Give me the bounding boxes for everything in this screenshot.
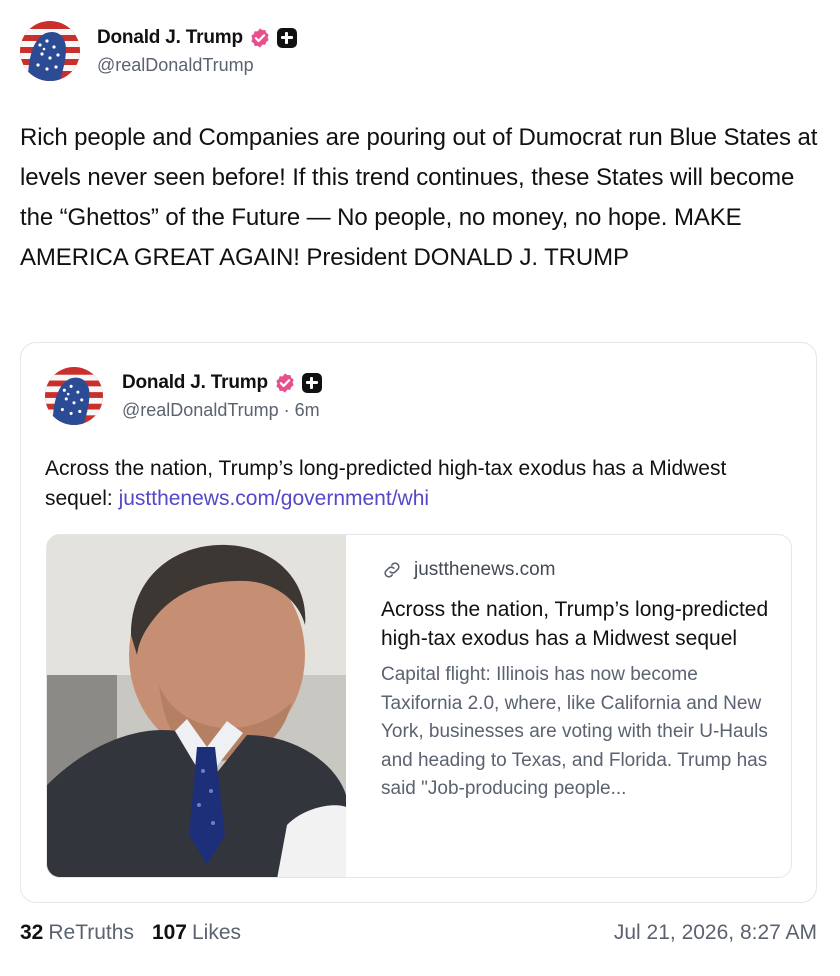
- link-preview-domain[interactable]: justthenews.com: [414, 559, 556, 581]
- flag-portrait-avatar-icon: [45, 367, 103, 425]
- link-preview-image[interactable]: [47, 535, 346, 877]
- post-header: Donald J. Trump @realDonaldTrump: [20, 20, 297, 82]
- post-footer: 32 ReTruths 107 Likes Jul 21, 2026, 8:27 A…: [20, 918, 817, 948]
- quoted-author-display-name[interactable]: Donald J. Trump: [122, 372, 268, 394]
- likes-stat[interactable]: 107 Likes: [152, 921, 241, 945]
- link-preview-domain-row: justthenews.com: [381, 559, 781, 581]
- flag-portrait-avatar-icon: [20, 21, 80, 81]
- author-handle[interactable]: @realDonaldTrump: [97, 55, 297, 76]
- link-preview-title[interactable]: Across the nation, Trump’s long-predicte…: [381, 595, 781, 653]
- quoted-author-handle[interactable]: @realDonaldTrump: [122, 400, 279, 420]
- plus-badge-icon: [276, 27, 297, 48]
- quoted-post-header: Donald J. Trump @realDonaldTrump · 6m: [45, 367, 322, 425]
- link-preview-body: justthenews.com Across the nation, Trump…: [381, 559, 781, 804]
- author-display-name[interactable]: Donald J. Trump: [97, 27, 243, 49]
- likes-count: 107: [151, 921, 187, 944]
- quoted-author-identity: Donald J. Trump @realDonaldTrump · 6m: [122, 372, 322, 421]
- link-icon: [384, 562, 400, 578]
- quoted-post-time[interactable]: 6m: [295, 400, 320, 420]
- retruths-label: ReTruths: [48, 921, 134, 944]
- man-in-suit-photo: [47, 535, 346, 877]
- retruths-count: 32: [20, 921, 44, 944]
- link-preview-description: Capital flight: Illinois has now become …: [381, 664, 768, 799]
- link-preview-card[interactable]: justthenews.com Across the nation, Trump…: [46, 534, 792, 878]
- meta-separator: ·: [283, 399, 290, 420]
- author-avatar[interactable]: [20, 21, 80, 81]
- quoted-author-meta: @realDonaldTrump · 6m: [122, 400, 322, 421]
- retruths-stat[interactable]: 32 ReTruths: [20, 921, 134, 945]
- verified-badge-icon: [276, 372, 294, 393]
- post-text: Rich people and Companies are pouring ou…: [20, 124, 818, 271]
- likes-label: Likes: [192, 921, 242, 944]
- quoted-post-text: Across the nation, Trump’s long-predicte…: [45, 454, 795, 514]
- author-name-row: Donald J. Trump: [97, 27, 297, 49]
- quoted-author-avatar[interactable]: [45, 367, 103, 425]
- quoted-post-card[interactable]: Donald J. Trump @realDonaldTrump · 6m Acro…: [20, 342, 817, 903]
- author-identity: Donald J. Trump @realDonaldTrump: [97, 27, 297, 76]
- post-timestamp[interactable]: Jul 21, 2026, 8:27 AM: [614, 921, 817, 945]
- quoted-author-name-row: Donald J. Trump: [122, 372, 322, 394]
- verified-badge-icon: [251, 27, 269, 48]
- quoted-post-link[interactable]: justthenews.com/government/whi: [119, 487, 429, 510]
- plus-badge-icon: [301, 372, 322, 393]
